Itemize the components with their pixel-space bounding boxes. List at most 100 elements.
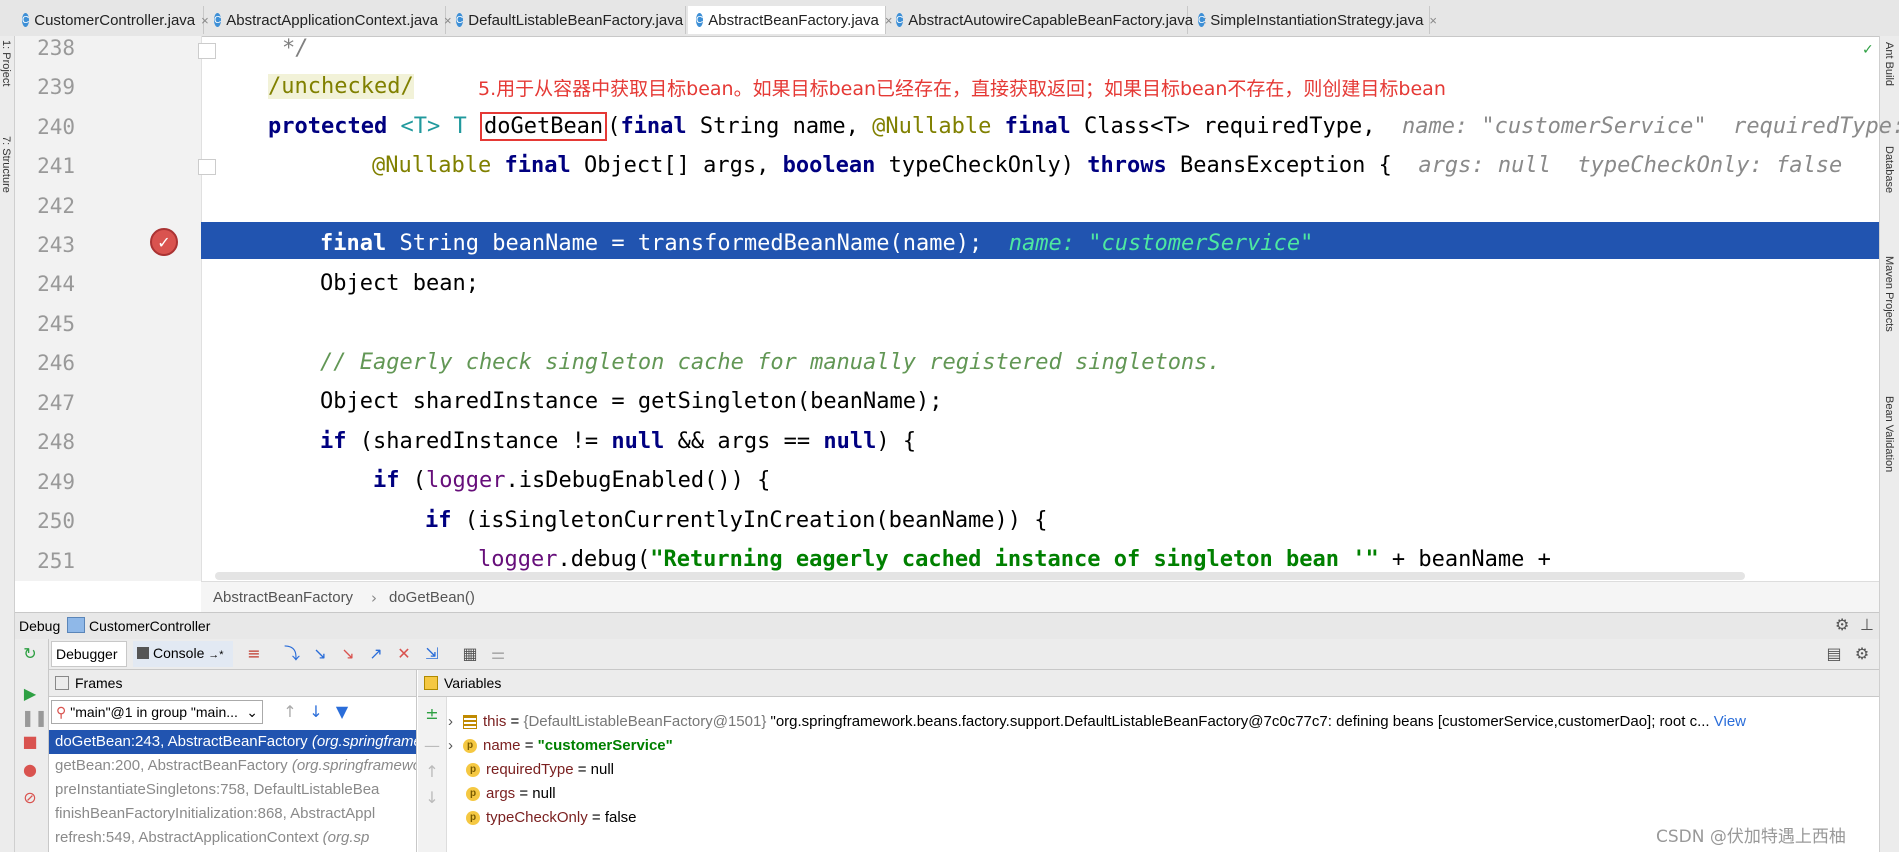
code-line-251: logger.debug("Returning eagerly cached i… — [478, 547, 1551, 572]
line-number: 243 — [37, 233, 75, 257]
show-execution-point-icon[interactable]: ≡ — [245, 645, 263, 663]
rerun-icon[interactable]: ↻ — [21, 645, 39, 663]
frame-item[interactable]: preInstantiateSingletons:758, DefaultLis… — [49, 778, 416, 802]
force-step-into-icon[interactable]: ↘ — [339, 645, 357, 663]
ant-build-tool-button[interactable]: Ant Build — [1883, 42, 1895, 86]
stop-icon[interactable]: ■ — [21, 733, 39, 751]
fold-icon[interactable] — [198, 159, 216, 175]
line-number: 238 — [37, 36, 75, 60]
left-tool-strip: 1: Project 7: Structure — [0, 36, 15, 852]
breadcrumb-method[interactable]: doGetBean() — [389, 589, 475, 606]
tab-abstract-application-context[interactable]: C AbstractApplicationContext.java × — [206, 6, 452, 34]
resume-icon[interactable]: ▶ — [21, 685, 39, 703]
run-config-name[interactable]: CustomerController — [89, 618, 210, 634]
class-icon: C — [214, 13, 222, 27]
frames-panel: Frames ⚲ "main"@1 in group "main... ⌄ ↑ ↓… — [49, 670, 417, 852]
expand-icon[interactable]: › — [448, 737, 453, 754]
database-tool-button[interactable]: Database — [1883, 146, 1895, 193]
move-down-icon[interactable]: ↓ — [423, 789, 441, 807]
tab-abstract-bean-factory[interactable]: C AbstractBeanFactory.java × — [688, 6, 892, 34]
frames-header: Frames — [49, 670, 416, 697]
project-tool-button[interactable]: 1: Project — [0, 40, 12, 86]
code-line-243: final String beanName = transformedBeanN… — [320, 231, 1314, 256]
remove-watch-icon[interactable]: — — [423, 737, 441, 755]
debug-toolbar: Debugger Console →* ≡ ⤵ ↘ ↘ ↗ ✕ ⇲ ▦ ⚌ ▤ … — [15, 639, 1879, 670]
next-frame-icon[interactable]: ↓ — [307, 703, 325, 721]
variables-header: Variables — [418, 670, 1879, 697]
chevron-down-icon: ⌄ — [246, 704, 258, 720]
frame-item[interactable]: getBean:200, AbstractBeanFactory (org.sp… — [49, 754, 416, 778]
frame-item[interactable]: refresh:549, AbstractApplicationContext … — [49, 826, 416, 850]
tab-console[interactable]: Console →* — [133, 641, 233, 667]
close-icon[interactable]: × — [1429, 13, 1437, 28]
run-to-cursor-icon[interactable]: ⇲ — [423, 645, 441, 663]
variable-row-args[interactable]: p args = null — [466, 782, 556, 806]
line-number: 250 — [37, 509, 75, 533]
mute-breakpoints-icon[interactable]: ⊘ — [21, 789, 39, 807]
bean-validation-tool-button[interactable]: Bean Validation — [1883, 396, 1895, 472]
class-icon: C — [696, 13, 704, 27]
tab-default-listable-bean-factory[interactable]: CDefaultListableBeanFactory.java× — [448, 6, 697, 34]
tab-customer-controller[interactable]: C CustomerController.java × — [14, 6, 209, 34]
watermark: CSDN @伏加特遇上西柚 — [1656, 827, 1846, 847]
annotation-note: 5.用于从容器中获取目标bean。如果目标bean已经存在，直接获取返回；如果目… — [478, 78, 1446, 100]
line-number: 249 — [37, 470, 75, 494]
debug-header: Debug CustomerController ⚙ ⊥ — [15, 612, 1879, 640]
variable-row-type-check-only[interactable]: p typeCheckOnly = false — [466, 806, 637, 830]
class-icon: C — [1198, 13, 1206, 27]
tab-simple-instantiation-strategy[interactable]: C SimpleInstantiationStrategy.java × — [1190, 6, 1437, 34]
fold-icon[interactable] — [198, 43, 216, 59]
restore-layout-icon[interactable]: ▤ — [1825, 645, 1843, 663]
frame-item[interactable]: finishBeanFactoryInitialization:868, Abs… — [49, 802, 416, 826]
editor-horizontal-scrollbar[interactable] — [215, 572, 1745, 580]
gear-icon[interactable]: ⚙ — [1835, 615, 1849, 634]
line-number: 244 — [37, 272, 75, 296]
evaluate-expression-icon[interactable]: ▦ — [461, 645, 479, 663]
variables-side-toolbar: ± — ↑ ↓ — [418, 697, 447, 852]
breadcrumb-separator: › — [371, 589, 377, 607]
line-number: 239 — [37, 75, 75, 99]
filter-icon[interactable]: ▼ — [333, 703, 351, 721]
previous-frame-icon[interactable]: ↑ — [281, 703, 299, 721]
variable-row-required-type[interactable]: p requiredType = null — [466, 758, 614, 782]
move-up-icon[interactable]: ↑ — [423, 763, 441, 781]
check-icon: ✓ — [1862, 42, 1874, 58]
new-watch-icon[interactable]: ± — [423, 705, 441, 723]
drop-frame-icon[interactable]: ✕ — [395, 645, 413, 663]
view-breakpoints-icon[interactable]: ● — [21, 761, 39, 779]
settings-icon[interactable]: ⚙ — [1853, 645, 1871, 663]
line-number: 247 — [37, 391, 75, 415]
minimize-icon[interactable]: ⊥ — [1860, 615, 1874, 634]
line-number: 245 — [37, 312, 75, 336]
variable-row-this[interactable]: › this = {DefaultListableBeanFactory@1501… — [448, 710, 1746, 734]
pause-icon[interactable]: ❚❚ — [21, 709, 48, 727]
maven-tool-button[interactable]: Maven Projects — [1883, 256, 1895, 332]
breakpoint-icon[interactable]: ✓ — [150, 228, 178, 256]
code-line-247: Object sharedInstance = getSingleton(bea… — [320, 389, 943, 414]
step-out-icon[interactable]: ↗ — [367, 645, 385, 663]
variable-row-name[interactable]: › p name = "customerService" — [448, 734, 673, 758]
tab-debugger[interactable]: Debugger — [51, 641, 127, 667]
code-line-238: */ — [282, 36, 309, 61]
field-icon — [463, 715, 477, 730]
line-number: 248 — [37, 430, 75, 454]
view-link[interactable]: View — [1714, 713, 1746, 730]
code-line-248: if (sharedInstance != null && args == nu… — [320, 429, 917, 454]
trace-icon[interactable]: ⚌ — [489, 645, 507, 663]
expand-icon[interactable]: › — [448, 713, 453, 730]
step-over-icon[interactable]: ⤵ — [283, 645, 301, 663]
code-line-239: /unchecked/ — [268, 74, 414, 99]
tab-abstract-autowire-capable-bean-factory[interactable]: C AbstractAutowireCapableBeanFactory.java… — [888, 6, 1207, 34]
parameter-icon: p — [466, 811, 480, 826]
breadcrumb: AbstractBeanFactory › doGetBean() — [201, 581, 1879, 612]
structure-tool-button[interactable]: 7: Structure — [0, 136, 12, 193]
console-icon — [137, 647, 149, 659]
step-into-icon[interactable]: ↘ — [311, 645, 329, 663]
method-name-boxed: doGetBean — [479, 112, 608, 141]
thread-selector[interactable]: ⚲ "main"@1 in group "main... ⌄ — [51, 700, 263, 724]
frame-item[interactable]: doGetBean:243, AbstractBeanFactory (org.… — [49, 730, 416, 754]
breadcrumb-class[interactable]: AbstractBeanFactory — [213, 589, 353, 606]
code-line-246: // Eagerly check singleton cache for man… — [320, 350, 1221, 375]
parameter-icon: p — [463, 739, 477, 754]
code-line-241: @Nullable final Object[] args, boolean t… — [372, 153, 1843, 178]
